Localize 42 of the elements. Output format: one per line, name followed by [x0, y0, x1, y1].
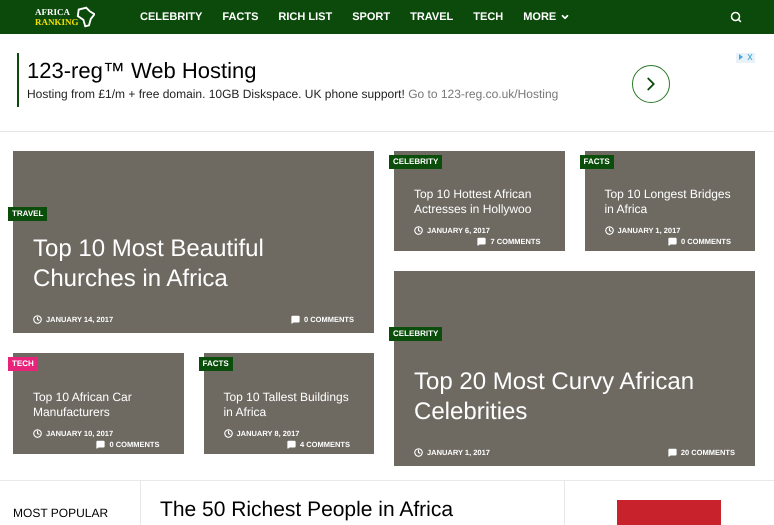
- article-headline[interactable]: The 50 Richest People in Africa: [160, 498, 453, 521]
- nav-link[interactable]: TECH: [473, 8, 504, 26]
- ad-text: Hosting from £1/m + free domain. 10GB Diskspace. UK phone support! Go to 123-reg.co.uk/Hosting: [27, 86, 558, 102]
- ad-next-button[interactable]: [632, 65, 670, 103]
- logo-text: RANKING: [35, 17, 79, 27]
- clock-icon: [33, 314, 42, 324]
- comments-icon: [668, 236, 677, 246]
- nav-link[interactable]: TRAVEL: [410, 8, 454, 26]
- comments-icon: [286, 440, 296, 449]
- category-tag[interactable]: FACTS: [580, 155, 614, 169]
- nav-link[interactable]: SPORT: [352, 8, 390, 26]
- clock-icon: [224, 428, 232, 438]
- category-tag[interactable]: CELEBRITY: [389, 327, 442, 341]
- comments-icon: [668, 448, 677, 457]
- nav-link[interactable]: RICH LIST: [278, 8, 332, 26]
- article-title[interactable]: Top 10 African Car Manufacturers: [33, 390, 164, 420]
- clock-icon: [33, 428, 42, 438]
- logo-text: AFRICA: [35, 7, 71, 17]
- article-title[interactable]: Top 10 Longest Bridges in Africa: [604, 186, 735, 216]
- category-tag[interactable]: TRAVEL: [8, 207, 48, 221]
- article-title[interactable]: Top 10 Most Beautiful Churches in Africa: [33, 234, 354, 294]
- article-title[interactable]: Top 10 Hottest African Actresses in Hollywoo: [414, 186, 544, 216]
- category-tag[interactable]: CELEBRITY: [389, 155, 442, 169]
- ad-link[interactable]: Go to 123-reg.co.uk/Hosting: [408, 86, 558, 100]
- nav-link[interactable]: FACTS: [222, 8, 258, 26]
- nav-link[interactable]: CELEBRITY: [140, 8, 202, 26]
- category-tag[interactable]: FACTS: [198, 357, 233, 371]
- article-title[interactable]: Top 10 Tallest Buildings in Africa: [224, 390, 354, 420]
- section-heading: MOST POPULAR: [13, 506, 108, 520]
- comments-icon: [477, 236, 486, 246]
- clock-icon: [414, 226, 423, 235]
- ad-banner[interactable]: 123-reg™ Web Hosting Hosting from £1/m + free domain. 10GB Diskspace. UK phone support! Go to 123-reg.co.uk/Hosting: [17, 52, 558, 106]
- ad-title[interactable]: 123-reg™ Web Hosting: [27, 56, 558, 84]
- comments-icon: [96, 440, 106, 449]
- search-icon[interactable]: [730, 11, 742, 23]
- clock-icon: [414, 448, 423, 457]
- site-logo[interactable]: AFRICA RANKING: [35, 6, 95, 28]
- nav-link[interactable]: MORE: [523, 8, 570, 26]
- article-title[interactable]: Top 20 Most Curvy African Celebrities: [414, 366, 735, 427]
- category-tag[interactable]: TECH: [8, 357, 38, 371]
- clock-icon: [604, 226, 614, 235]
- comments-icon: [290, 314, 300, 324]
